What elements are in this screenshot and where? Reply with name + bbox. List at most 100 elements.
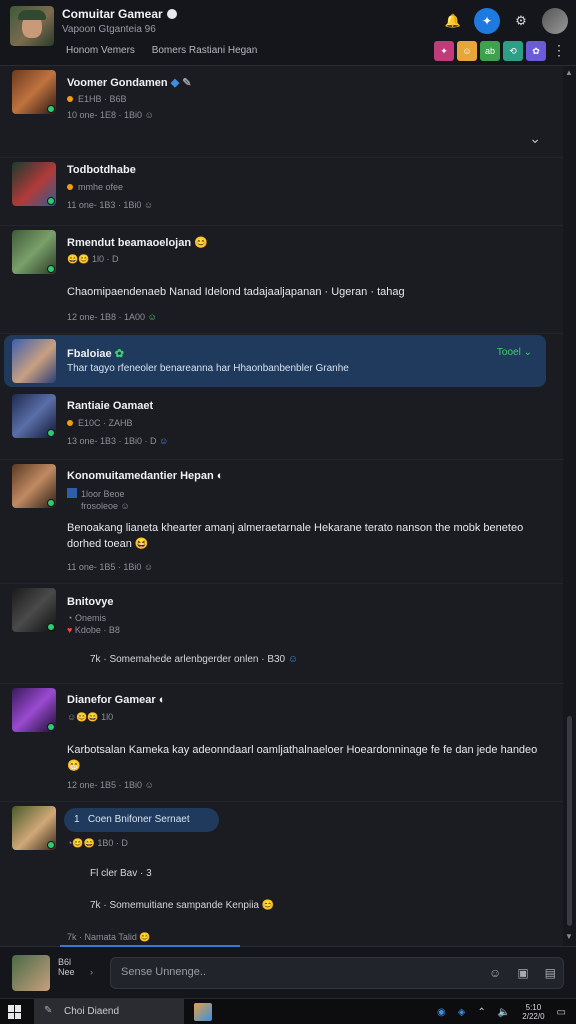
app-shortcut-5-icon: ✿	[532, 45, 540, 56]
reaction-icon[interactable]: ☺	[144, 200, 153, 210]
author-name: Fbaloiae	[67, 348, 112, 360]
scroll-up-icon[interactable]: ▲	[565, 68, 573, 77]
composer-user-sub: Nee	[58, 967, 75, 977]
emoji-icon[interactable]: ☺	[489, 966, 501, 980]
network-icon[interactable]: ◉	[437, 1007, 446, 1018]
badge-icon: ◆	[170, 77, 180, 89]
smile-emoji-icon: 😊	[139, 932, 151, 942]
message-feed[interactable]: Voomer Gondamen ◆ ✎ E1HB · B6B 10 one- 1…	[0, 66, 563, 946]
tab-rules[interactable]: Bomers Rastiani Hegan	[152, 45, 258, 56]
app-shortcut-1[interactable]: ✦	[434, 41, 454, 61]
avatar[interactable]	[12, 806, 56, 850]
message-body: Karbotsalan Kameka kay adeonndaarl oamlj…	[67, 744, 538, 756]
message-input-placeholder: Sense Unnenge..	[121, 966, 207, 978]
reply-tag[interactable]: Tooel	[497, 347, 521, 358]
avatar[interactable]	[12, 162, 56, 206]
timestamp: 12 one- 1B5 · 1Bi0	[67, 780, 143, 790]
timestamp: 12 one- 1B8 · 1A00	[67, 312, 146, 322]
reaction-icon[interactable]: ☺	[288, 654, 298, 665]
reply-text: Somemahede arlenbgerder onlen · B30	[109, 654, 286, 665]
heart-icon: ♥	[67, 625, 73, 635]
clock-time: 5:10	[525, 1003, 542, 1012]
reaction-emoji-icon: ◔😊😄	[67, 838, 95, 848]
online-status-icon	[47, 105, 55, 113]
chevron-up-icon[interactable]: ⌃	[477, 1007, 485, 1018]
avatar[interactable]	[12, 339, 56, 383]
message-item: Bnitovye ◔ Onemis ♥ Kdobe · B8 7k · Some…	[0, 584, 563, 684]
menu-icon[interactable]: ⋮	[552, 42, 566, 59]
attach-icon[interactable]: ▤	[545, 966, 556, 980]
settings-gear-icon[interactable]: ⚙	[510, 10, 532, 32]
app-shortcut-3-icon: ab	[484, 46, 495, 56]
taskbar-app-icon[interactable]	[194, 1003, 212, 1021]
online-status-icon	[47, 265, 55, 273]
app-shortcut-4[interactable]: ⟲	[503, 41, 523, 61]
user-avatar[interactable]	[542, 8, 568, 34]
author-name: Rantiaie Oamaet	[67, 400, 154, 412]
timestamp: 10 one- 1E8 · 1Bi0	[67, 110, 143, 120]
avatar[interactable]	[12, 588, 56, 632]
message-item: Rmendut beamaoelojan 😊 😄😊 1l0 · D Chaomi…	[0, 226, 563, 334]
chat-icon[interactable]: ▭	[557, 1007, 566, 1018]
timestamp: 13 one- 1B3 · 1Bi0 · D	[67, 436, 157, 446]
channel-avatar[interactable]	[10, 6, 54, 46]
author-name: Konomuitamedantier Hepan	[67, 470, 214, 482]
online-status-icon	[47, 623, 55, 631]
reaction-icon[interactable]: ☺	[159, 436, 168, 446]
chevron-down-icon[interactable]: ⌄	[524, 347, 532, 358]
chevron-right-icon[interactable]: ›	[90, 967, 93, 977]
channel-title: Comuitar Gamear	[62, 7, 163, 21]
author-meta-line-2: Kdobe · B8	[74, 625, 120, 635]
timestamp: 11 one- 1B5 · 1Bi0	[67, 562, 142, 572]
author-meta-line-1: Onemis	[74, 613, 106, 623]
scroll-down-icon[interactable]: ▼	[565, 932, 573, 941]
volume-icon[interactable]: 🔈	[498, 1007, 510, 1018]
author-name: Voomer Gondamen	[67, 77, 168, 89]
author-name: Coen Bnifoner Sernaet	[87, 814, 190, 825]
clock-date: 2/22/0	[522, 1012, 545, 1021]
avatar[interactable]	[12, 230, 56, 274]
bell-icon[interactable]: 🔔	[442, 10, 464, 32]
vpn-icon[interactable]: ◈	[458, 1007, 466, 1018]
author-meta: 1B0 · D	[97, 838, 128, 848]
tab-members[interactable]: Honom Vemers	[66, 45, 135, 56]
windows-start-icon[interactable]	[8, 1005, 22, 1019]
app-shortcut-2-icon: ☺	[462, 46, 472, 56]
online-status-icon	[47, 723, 55, 731]
scroll-thumb[interactable]	[567, 716, 572, 926]
media-icon	[67, 488, 77, 498]
status-dot-icon	[67, 96, 73, 102]
composer-avatar[interactable]	[12, 955, 50, 991]
status-dot-icon	[67, 420, 73, 426]
online-status-icon	[47, 841, 55, 849]
app-shortcut-5[interactable]: ✿	[526, 41, 546, 61]
avatar[interactable]	[12, 70, 56, 114]
author-meta-line-2: frosoleoe	[81, 501, 119, 511]
reaction-icon[interactable]: ☺	[144, 562, 153, 572]
smile-emoji-icon: 😊	[261, 900, 275, 911]
gif-icon[interactable]: ▣	[517, 966, 528, 980]
timestamp: 11 one- 1B3 · 1Bi0	[67, 200, 142, 210]
app-shortcut-3[interactable]: ab	[480, 41, 500, 61]
reaction-icon[interactable]: ☺	[145, 780, 154, 790]
reaction-icon[interactable]: ☺	[121, 501, 130, 511]
online-status-icon	[47, 499, 55, 507]
os-taskbar: Choi Diaend ◉ ◈ ⌃ 🔈 5:102/22/0 ▭	[0, 998, 576, 1024]
thread-pill[interactable]: 1 Coen Bnifoner Sernaet	[64, 808, 219, 832]
author-name: Bnitovye	[67, 596, 114, 608]
avatar[interactable]	[12, 688, 56, 732]
avatar[interactable]	[12, 394, 56, 438]
reply-line-2: Somemuitiane sampande Kenpiia	[109, 900, 259, 911]
app-shortcuts: ✦ ☺ ab ⟲ ✿	[434, 41, 546, 61]
taskbar-search[interactable]: Choi Diaend	[34, 999, 184, 1024]
verified-icon: ◐	[158, 694, 166, 706]
reaction-icon[interactable]: ☺	[148, 312, 157, 322]
highlighted-reply[interactable]: Fbaloiae ✿ Thar tagyo rfeneoler benarean…	[4, 335, 546, 387]
app-shortcut-2[interactable]: ☺	[457, 41, 477, 61]
online-status-icon	[47, 197, 55, 205]
avatar[interactable]	[12, 464, 56, 508]
notification-badge-icon[interactable]: ✦	[474, 8, 500, 34]
reaction-icon[interactable]: ☺	[145, 110, 154, 120]
chevron-down-icon[interactable]: ⌄	[529, 130, 541, 147]
scrollbar[interactable]: ▲ ▼	[563, 66, 576, 946]
